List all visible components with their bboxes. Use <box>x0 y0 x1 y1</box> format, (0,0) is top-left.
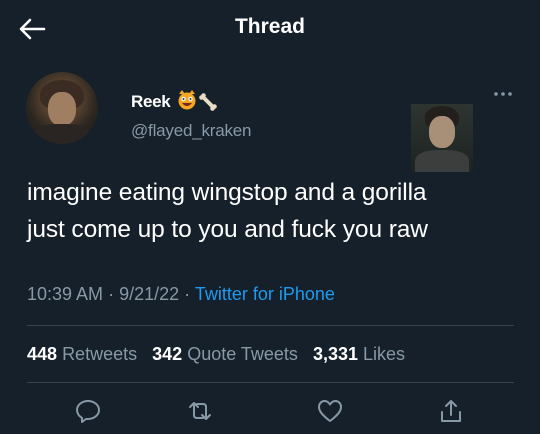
retweet-icon <box>189 402 211 420</box>
separator: · <box>184 284 191 304</box>
page-title: Thread <box>234 15 305 38</box>
share-button[interactable] <box>437 397 465 425</box>
tweet-metadata: 10:39 AM · 9/21/22 · Twitter for iPhone <box>27 284 335 305</box>
like-icon <box>318 400 342 422</box>
likes-label: Likes <box>363 344 406 364</box>
divider <box>27 382 514 383</box>
retweets-count: 448 <box>27 344 58 364</box>
like-button[interactable] <box>316 397 344 425</box>
attached-photo[interactable] <box>411 104 473 172</box>
bone-emoji-icon <box>199 93 217 111</box>
separator: · <box>108 284 115 304</box>
author-display-name[interactable]: Reek <box>131 92 171 112</box>
tweet-time[interactable]: 10:39 AM <box>27 284 103 304</box>
author-handle[interactable]: @flayed_kraken <box>131 121 252 141</box>
tweet-text-line: just come up to you and fuck you raw <box>27 216 428 243</box>
more-options-button[interactable] <box>490 84 516 104</box>
reply-icon <box>76 400 100 423</box>
retweets-label: Retweets <box>62 344 138 364</box>
avatar[interactable] <box>26 72 98 144</box>
quote-tweets-count: 342 <box>152 344 183 364</box>
cat-emoji-icon <box>178 90 196 110</box>
reply-button[interactable] <box>74 397 102 425</box>
tweet-text-line: imagine eating wingstop and a gorilla <box>27 179 427 206</box>
tweet-text: imagine eating wingstop and a gorilla ju… <box>27 174 507 248</box>
quote-tweets-stat[interactable]: 342 Quote Tweets <box>152 344 298 364</box>
retweets-stat[interactable]: 448 Retweets <box>27 344 137 364</box>
likes-stat[interactable]: 3,331 Likes <box>313 344 405 364</box>
divider <box>27 325 514 326</box>
likes-count: 3,331 <box>312 344 358 364</box>
top-bar: Thread <box>0 0 540 56</box>
engagement-stats: 448 Retweets 342 Quote Tweets 3,331 Like… <box>27 344 405 365</box>
tweet-date[interactable]: 9/21/22 <box>119 284 179 304</box>
quote-tweets-label: Quote Tweets <box>187 344 298 364</box>
tweet-source-link[interactable]: Twitter for iPhone <box>195 284 335 304</box>
more-horizontal-icon <box>494 92 512 96</box>
retweet-button[interactable] <box>186 397 214 425</box>
share-icon <box>441 400 461 422</box>
